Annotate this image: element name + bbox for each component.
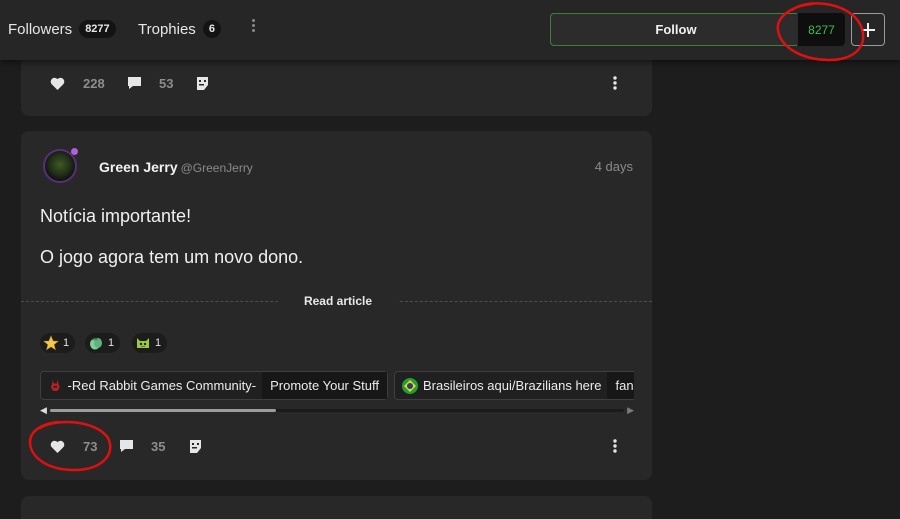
comment-count: 35 bbox=[151, 438, 166, 454]
share-icon bbox=[197, 76, 208, 90]
author-handle: @GreenJerry bbox=[180, 161, 253, 175]
comment-icon bbox=[120, 440, 133, 452]
followers-link[interactable]: Followers 8277 bbox=[8, 0, 116, 58]
trophies-label: Trophies bbox=[138, 20, 196, 38]
follow-button-label: Follow bbox=[655, 22, 697, 37]
reaction-cat[interactable]: 1 bbox=[132, 333, 168, 353]
post-text-line: O jogo agora tem um novo dono. bbox=[40, 247, 304, 267]
communities-scrollbar[interactable]: ◀ ▶ bbox=[40, 406, 634, 415]
share-button[interactable] bbox=[188, 432, 203, 460]
scrollbar-thumb[interactable] bbox=[50, 409, 276, 412]
brazil-flag-icon bbox=[402, 377, 418, 394]
follow-button[interactable]: Follow bbox=[550, 13, 802, 46]
community-extra: Promote Your Stuff bbox=[262, 372, 387, 399]
post-actions: 73 35 bbox=[21, 432, 652, 460]
previous-comment-count: 53 bbox=[159, 75, 174, 91]
previous-like-button[interactable]: 228 bbox=[50, 69, 105, 97]
scroll-left-icon[interactable]: ◀ bbox=[40, 406, 47, 415]
post-card: Green Jerry @GreenJerry 4 days Notícia im… bbox=[21, 131, 652, 480]
community-name: Brasileiros aqui/Brazilians here bbox=[423, 378, 602, 393]
follow-count: 8277 bbox=[797, 13, 845, 46]
community-extra: fang bbox=[607, 372, 634, 399]
top-bar: Followers 8277 Trophies 6 Follow 8277 bbox=[0, 0, 900, 60]
community-tag[interactable]: -Red Rabbit Games Community- Promote You… bbox=[40, 371, 388, 400]
share-icon bbox=[190, 439, 201, 453]
reaction-count: 1 bbox=[108, 337, 115, 349]
cat-reaction-icon bbox=[137, 338, 149, 348]
heart-icon bbox=[50, 440, 65, 453]
communities-strip[interactable]: -Red Rabbit Games Community- Promote You… bbox=[40, 371, 634, 401]
previous-post-menu-icon[interactable] bbox=[613, 69, 617, 97]
red-rabbit-community-icon bbox=[51, 378, 60, 391]
reaction-count: 1 bbox=[155, 337, 162, 349]
like-button[interactable]: 73 bbox=[50, 432, 97, 460]
previous-post-actions: 228 53 bbox=[21, 69, 652, 97]
add-button[interactable] bbox=[851, 13, 885, 46]
reaction-count: 1 bbox=[63, 337, 70, 349]
reaction-clap[interactable]: 1 bbox=[85, 333, 121, 353]
read-article-link[interactable]: Read article bbox=[278, 291, 398, 311]
post-time: 4 days bbox=[594, 159, 633, 174]
post-menu-icon[interactable] bbox=[613, 432, 617, 460]
heart-icon bbox=[50, 77, 65, 90]
clapping-hands-reaction-icon bbox=[90, 338, 102, 350]
more-options-icon[interactable] bbox=[245, 17, 261, 37]
community-name: -Red Rabbit Games Community- bbox=[67, 378, 257, 393]
previous-like-count: 228 bbox=[83, 75, 105, 91]
star-reaction-icon bbox=[43, 335, 59, 351]
author-name: Green Jerry bbox=[99, 159, 178, 175]
scroll-right-icon[interactable]: ▶ bbox=[627, 406, 634, 415]
post-author[interactable]: Green Jerry @GreenJerry bbox=[99, 159, 253, 175]
trophies-count-badge: 6 bbox=[202, 20, 221, 38]
comment-icon bbox=[128, 77, 141, 89]
comment-button[interactable]: 35 bbox=[119, 432, 165, 460]
plus-icon bbox=[861, 22, 875, 37]
previous-comment-button[interactable]: 53 bbox=[127, 69, 173, 97]
trophies-link[interactable]: Trophies 6 bbox=[138, 0, 221, 58]
avatar[interactable] bbox=[43, 148, 78, 183]
reaction-star[interactable]: 1 bbox=[40, 333, 76, 353]
previous-share-button[interactable] bbox=[195, 69, 210, 97]
followers-label: Followers bbox=[8, 20, 73, 38]
post-text-line: Notícia importante! bbox=[40, 206, 192, 226]
community-tag[interactable]: Brasileiros aqui/Brazilians here fang bbox=[394, 371, 634, 400]
like-count: 73 bbox=[83, 438, 98, 454]
next-post-card bbox=[21, 496, 652, 519]
followers-count-badge: 8277 bbox=[79, 20, 116, 38]
